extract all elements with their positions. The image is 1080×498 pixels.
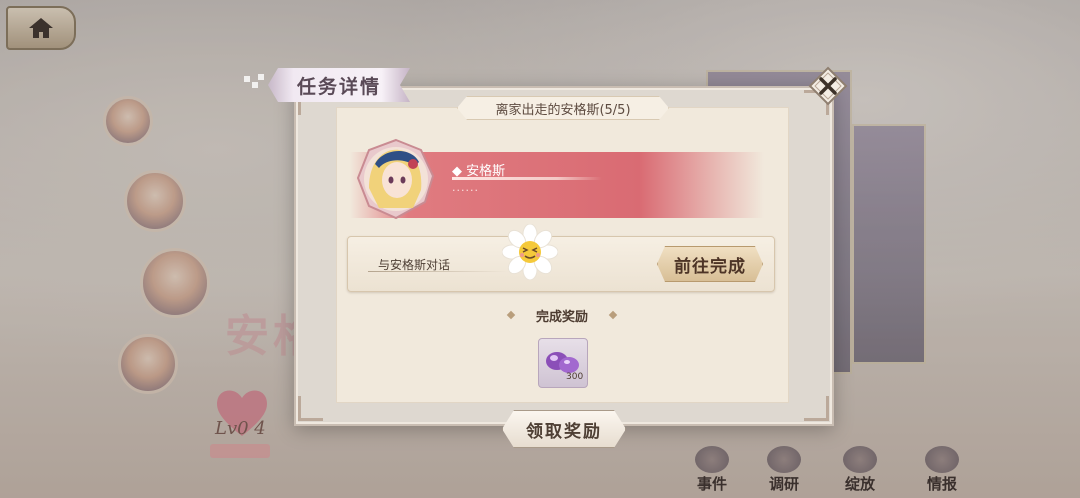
quest-title: 离家出走的安格斯(5/5) bbox=[495, 102, 631, 118]
quest-title-banner: 离家出走的安格斯(5/5) bbox=[457, 96, 669, 120]
frame-corner bbox=[804, 396, 829, 421]
reward-section-label: 完成奖励 bbox=[535, 309, 588, 325]
go-complete-label: 前往完成 bbox=[674, 256, 746, 277]
panel-title-tab: 任务详情 bbox=[268, 68, 410, 102]
panel-title: 任务详情 bbox=[296, 75, 381, 98]
task-underline bbox=[368, 271, 508, 272]
frame-corner bbox=[298, 396, 323, 421]
claim-reward-button[interactable]: 领取奖励 bbox=[502, 410, 626, 448]
reward-item-quantity: 300 bbox=[566, 372, 584, 382]
claim-reward-label: 领取奖励 bbox=[526, 421, 602, 442]
diamond-decoration bbox=[608, 310, 618, 320]
reward-section-header: 完成奖励 bbox=[502, 304, 622, 326]
close-icon[interactable] bbox=[808, 66, 848, 106]
go-complete-button[interactable]: 前往完成 bbox=[657, 246, 763, 282]
character-description: ······ bbox=[452, 184, 479, 197]
character-name-underline bbox=[452, 177, 602, 180]
diamond-decoration bbox=[506, 310, 516, 320]
character-avatar bbox=[355, 138, 437, 220]
loading-flower-icon bbox=[502, 224, 558, 280]
